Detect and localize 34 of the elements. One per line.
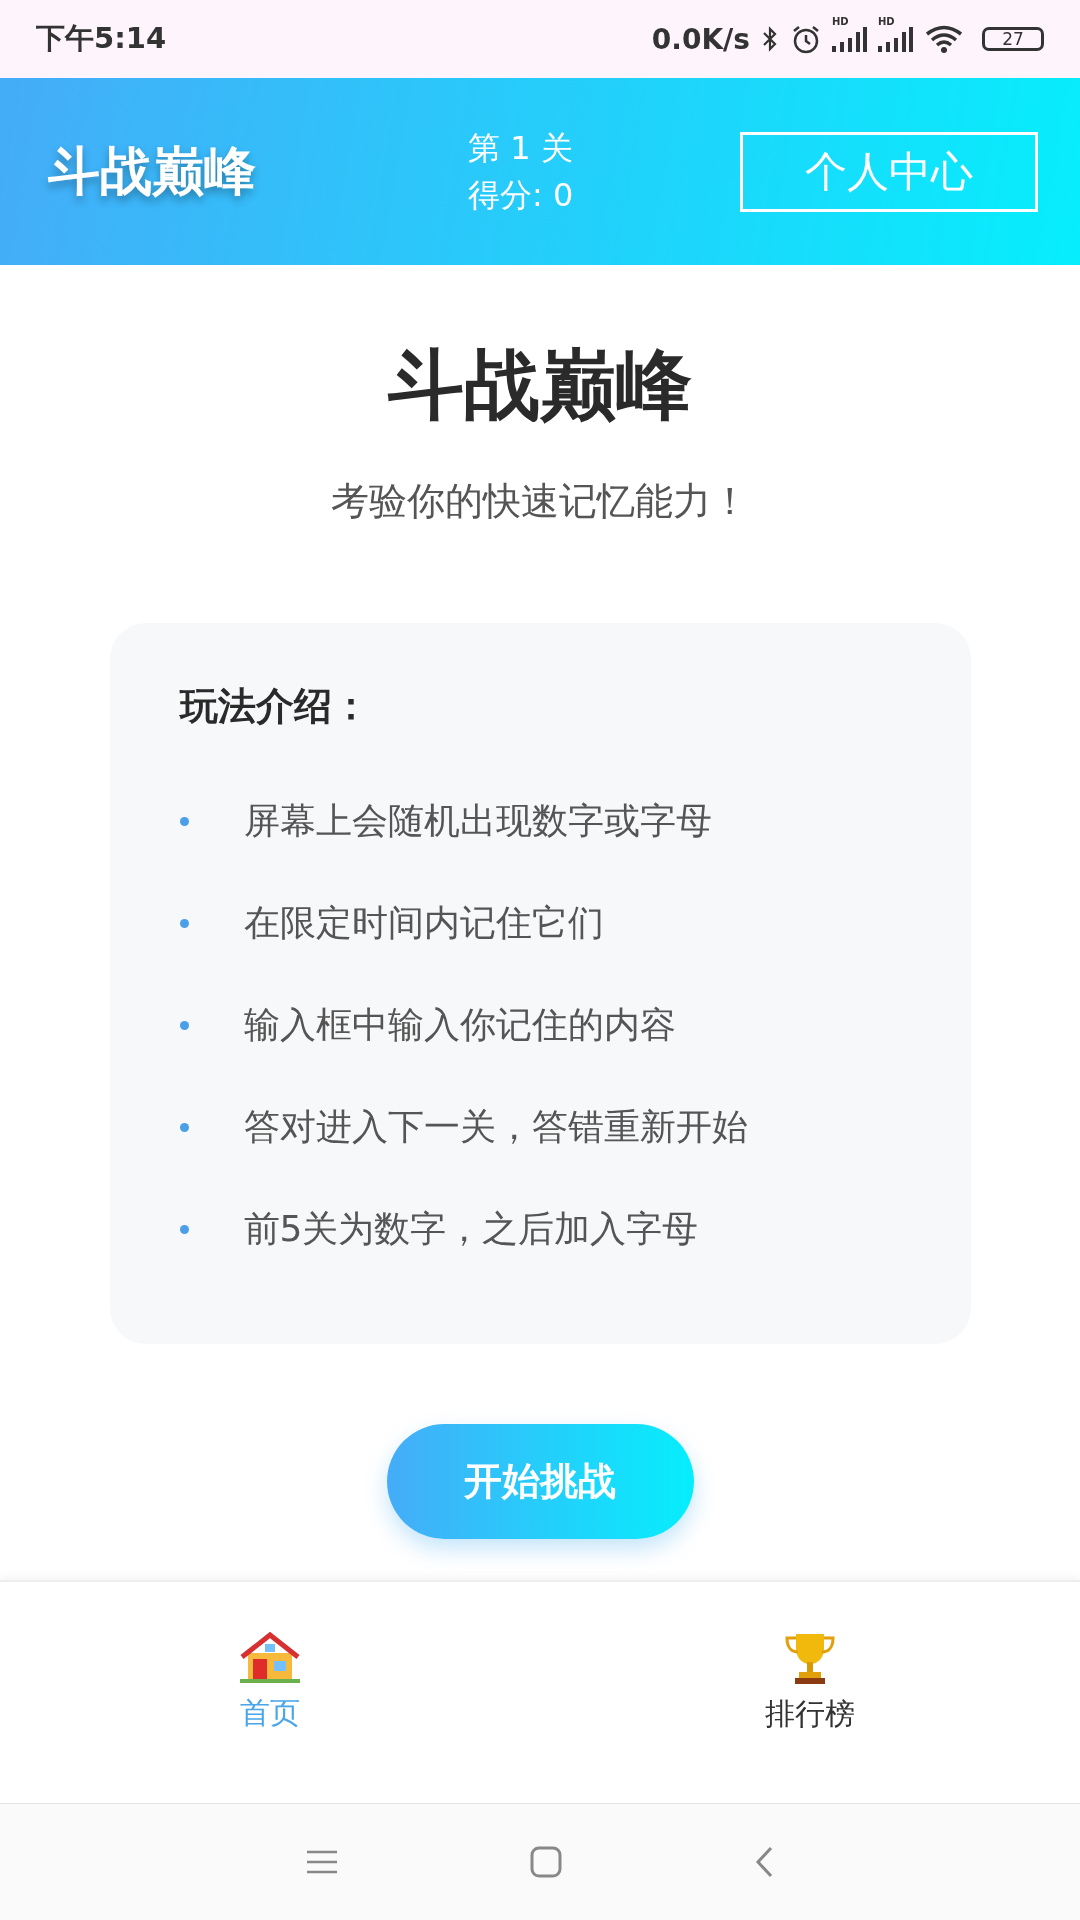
bullet-icon	[179, 918, 189, 928]
bullet-icon	[179, 1224, 189, 1234]
rule-text: 答对进入下一关，答错重新开始	[243, 1104, 748, 1149]
tab-label: 排行榜	[765, 1695, 855, 1733]
bullet-icon	[179, 1122, 189, 1132]
tab-label: 首页	[240, 1694, 300, 1732]
score-label: 得分: 0	[468, 175, 574, 214]
rule-text: 屏幕上会随机出现数字或字母	[243, 798, 712, 843]
rules-heading: 玩法介绍：	[179, 683, 371, 730]
rule-text: 在限定时间内记住它们	[243, 900, 604, 945]
hero-title: 斗战巅峰	[388, 339, 692, 431]
back-icon[interactable]	[753, 1845, 775, 1879]
bullet-icon	[179, 816, 189, 826]
hero-subtitle: 考验你的快速记忆能力！	[331, 478, 749, 525]
home-icon[interactable]	[529, 1845, 563, 1879]
tab[interactable]: 排行榜	[540, 1582, 1080, 1803]
rule-text: 前5关为数字，之后加入字母	[243, 1206, 699, 1251]
signal-icon	[878, 26, 914, 52]
level-label: 第 1 关	[468, 129, 574, 168]
profile-button[interactable]: 个人中心	[740, 131, 1038, 212]
battery-level: 27	[1002, 29, 1024, 49]
tab[interactable]: 首页	[0, 1582, 540, 1803]
signal-icon	[832, 26, 868, 52]
menu-icon[interactable]	[305, 1849, 339, 1875]
bullet-icon	[179, 1020, 189, 1030]
start-button[interactable]: 开始挑战	[386, 1424, 694, 1539]
network-speed: 0.0K/s	[651, 22, 750, 56]
app-title: 斗战巅峰	[48, 139, 257, 203]
status-time: 下午5:14	[36, 20, 167, 57]
hd-label: HD	[878, 16, 895, 27]
hd-label: HD	[832, 16, 849, 27]
house-icon	[240, 1631, 300, 1685]
wifi-icon	[924, 25, 964, 53]
rule-text: 输入框中输入你记住的内容	[243, 1002, 676, 1047]
